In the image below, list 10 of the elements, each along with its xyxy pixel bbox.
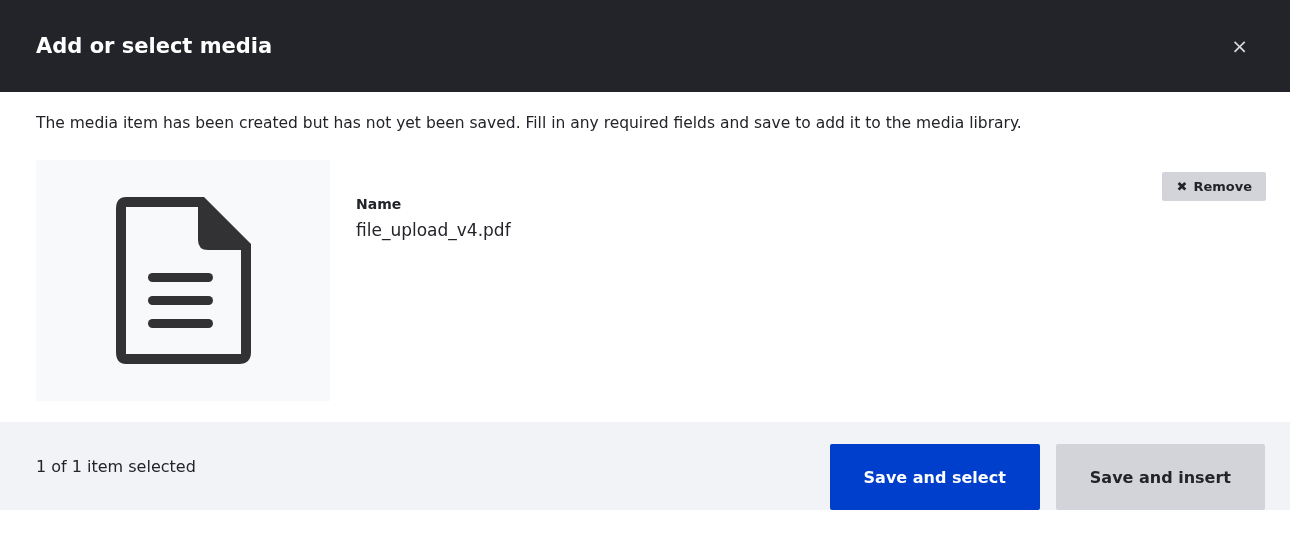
- save-select-button[interactable]: Save and select: [829, 444, 1040, 510]
- remove-button[interactable]: ✖ Remove: [1162, 172, 1266, 201]
- close-button[interactable]: ×: [1225, 34, 1254, 58]
- selection-count: 1 of 1 item selected: [36, 456, 197, 476]
- save-insert-button[interactable]: Save and insert: [1055, 444, 1265, 510]
- dialog-title: Add or select media: [36, 34, 273, 58]
- document-icon: [115, 197, 251, 364]
- field-value: file_upload_v4.pdf: [356, 220, 512, 240]
- field-label: Name: [356, 196, 403, 212]
- status-message: The media item has been created but has not yet been saved. Fill in any required fields and save to add it to the media library.: [35, 113, 1023, 134]
